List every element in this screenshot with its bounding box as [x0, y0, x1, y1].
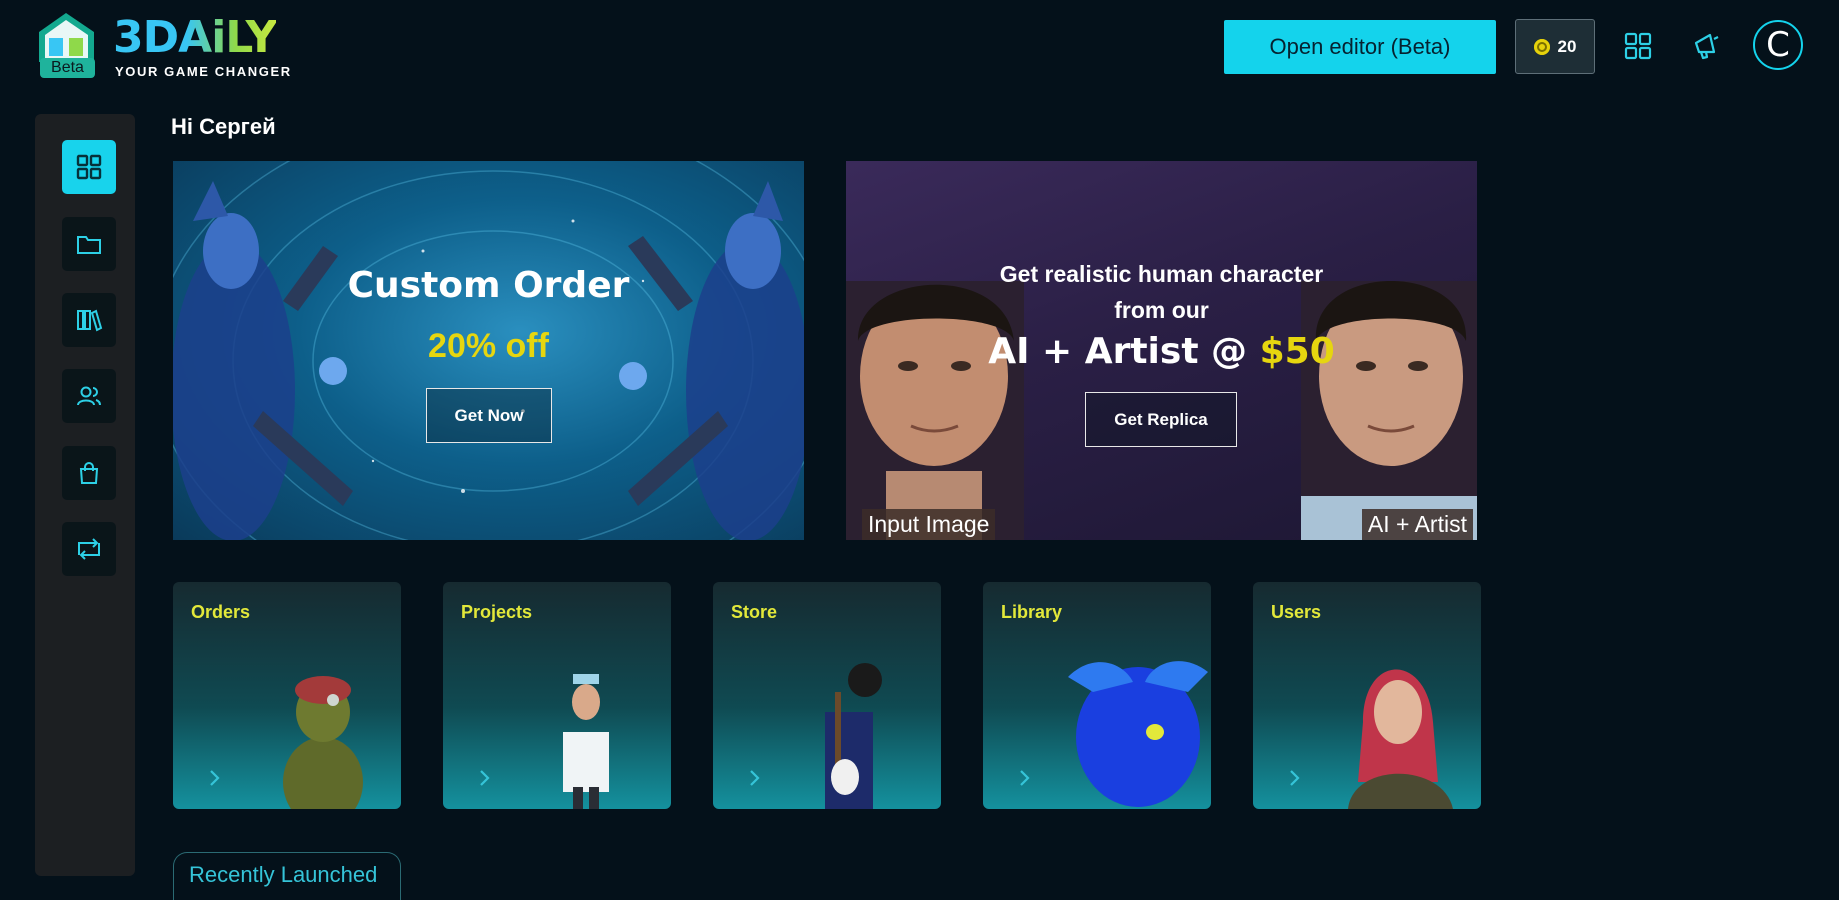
card-projects[interactable]: Projects [443, 582, 671, 809]
greeting-text: Hi Сергей [171, 114, 276, 139]
discount-text: 20% off [428, 327, 549, 365]
replica-offer-line: AI + Artist @ $50 [846, 331, 1477, 372]
open-editor-button[interactable]: Open editor (Beta) [1224, 20, 1496, 74]
dashboard-grid-icon [76, 154, 102, 180]
swap-icon [78, 538, 100, 560]
apps-grid-icon[interactable] [1620, 28, 1656, 64]
chevron-right-icon [210, 770, 220, 786]
sidebar-item-users[interactable] [62, 369, 116, 423]
card-orders[interactable]: Orders [173, 582, 401, 809]
logo-wordmark: 3DAiLY [113, 12, 277, 63]
sidebar-item-dashboard[interactable] [62, 140, 116, 194]
chevron-right-icon [480, 770, 490, 786]
megaphone-icon[interactable] [1688, 28, 1724, 64]
sidebar-item-library[interactable] [62, 293, 116, 347]
users-icon [77, 386, 101, 406]
custom-order-title: Custom Order [347, 265, 630, 306]
custom-order-banner[interactable]: Custom Order 20% off Get Now [173, 161, 804, 540]
sidebar-item-projects[interactable] [62, 217, 116, 271]
replica-banner[interactable]: Get realistic human character from our A… [846, 161, 1477, 540]
folder-icon [77, 236, 101, 254]
get-replica-button[interactable]: Get Replica [1085, 392, 1237, 447]
replica-price: $50 [1259, 331, 1335, 372]
card-users[interactable]: Users [1253, 582, 1481, 809]
user-avatar[interactable]: C [1753, 20, 1803, 70]
coin-icon [1533, 38, 1550, 55]
library-books-icon [77, 309, 103, 332]
chevron-right-icon [1290, 770, 1300, 786]
card-store[interactable]: Store [713, 582, 941, 809]
shopping-bag-icon [79, 462, 99, 484]
chevron-right-icon [750, 770, 760, 786]
sidebar-item-store[interactable] [62, 446, 116, 500]
sidebar [35, 114, 135, 876]
sidebar-item-exchange[interactable] [62, 522, 116, 576]
get-now-button[interactable]: Get Now [426, 388, 552, 443]
caption-input-image: Input Image [862, 509, 996, 540]
app-logo[interactable]: Beta 3DAiLY YOUR GAME CHANGER [35, 10, 315, 80]
replica-offer-prefix: AI + Artist @ [988, 331, 1260, 372]
beta-badge: Beta [40, 58, 95, 78]
credits-count: 20 [1557, 36, 1577, 56]
caption-ai-artist: AI + Artist [1361, 509, 1473, 540]
replica-line-2: from our [1114, 297, 1209, 323]
credits-balance[interactable]: 20 [1515, 19, 1595, 74]
replica-line-1: Get realistic human character [999, 261, 1324, 287]
chevron-right-icon [1020, 770, 1030, 786]
recently-launched-label[interactable]: Recently Launched [189, 862, 377, 888]
logo-tagline: YOUR GAME CHANGER [115, 64, 292, 79]
card-library[interactable]: Library [983, 582, 1211, 809]
